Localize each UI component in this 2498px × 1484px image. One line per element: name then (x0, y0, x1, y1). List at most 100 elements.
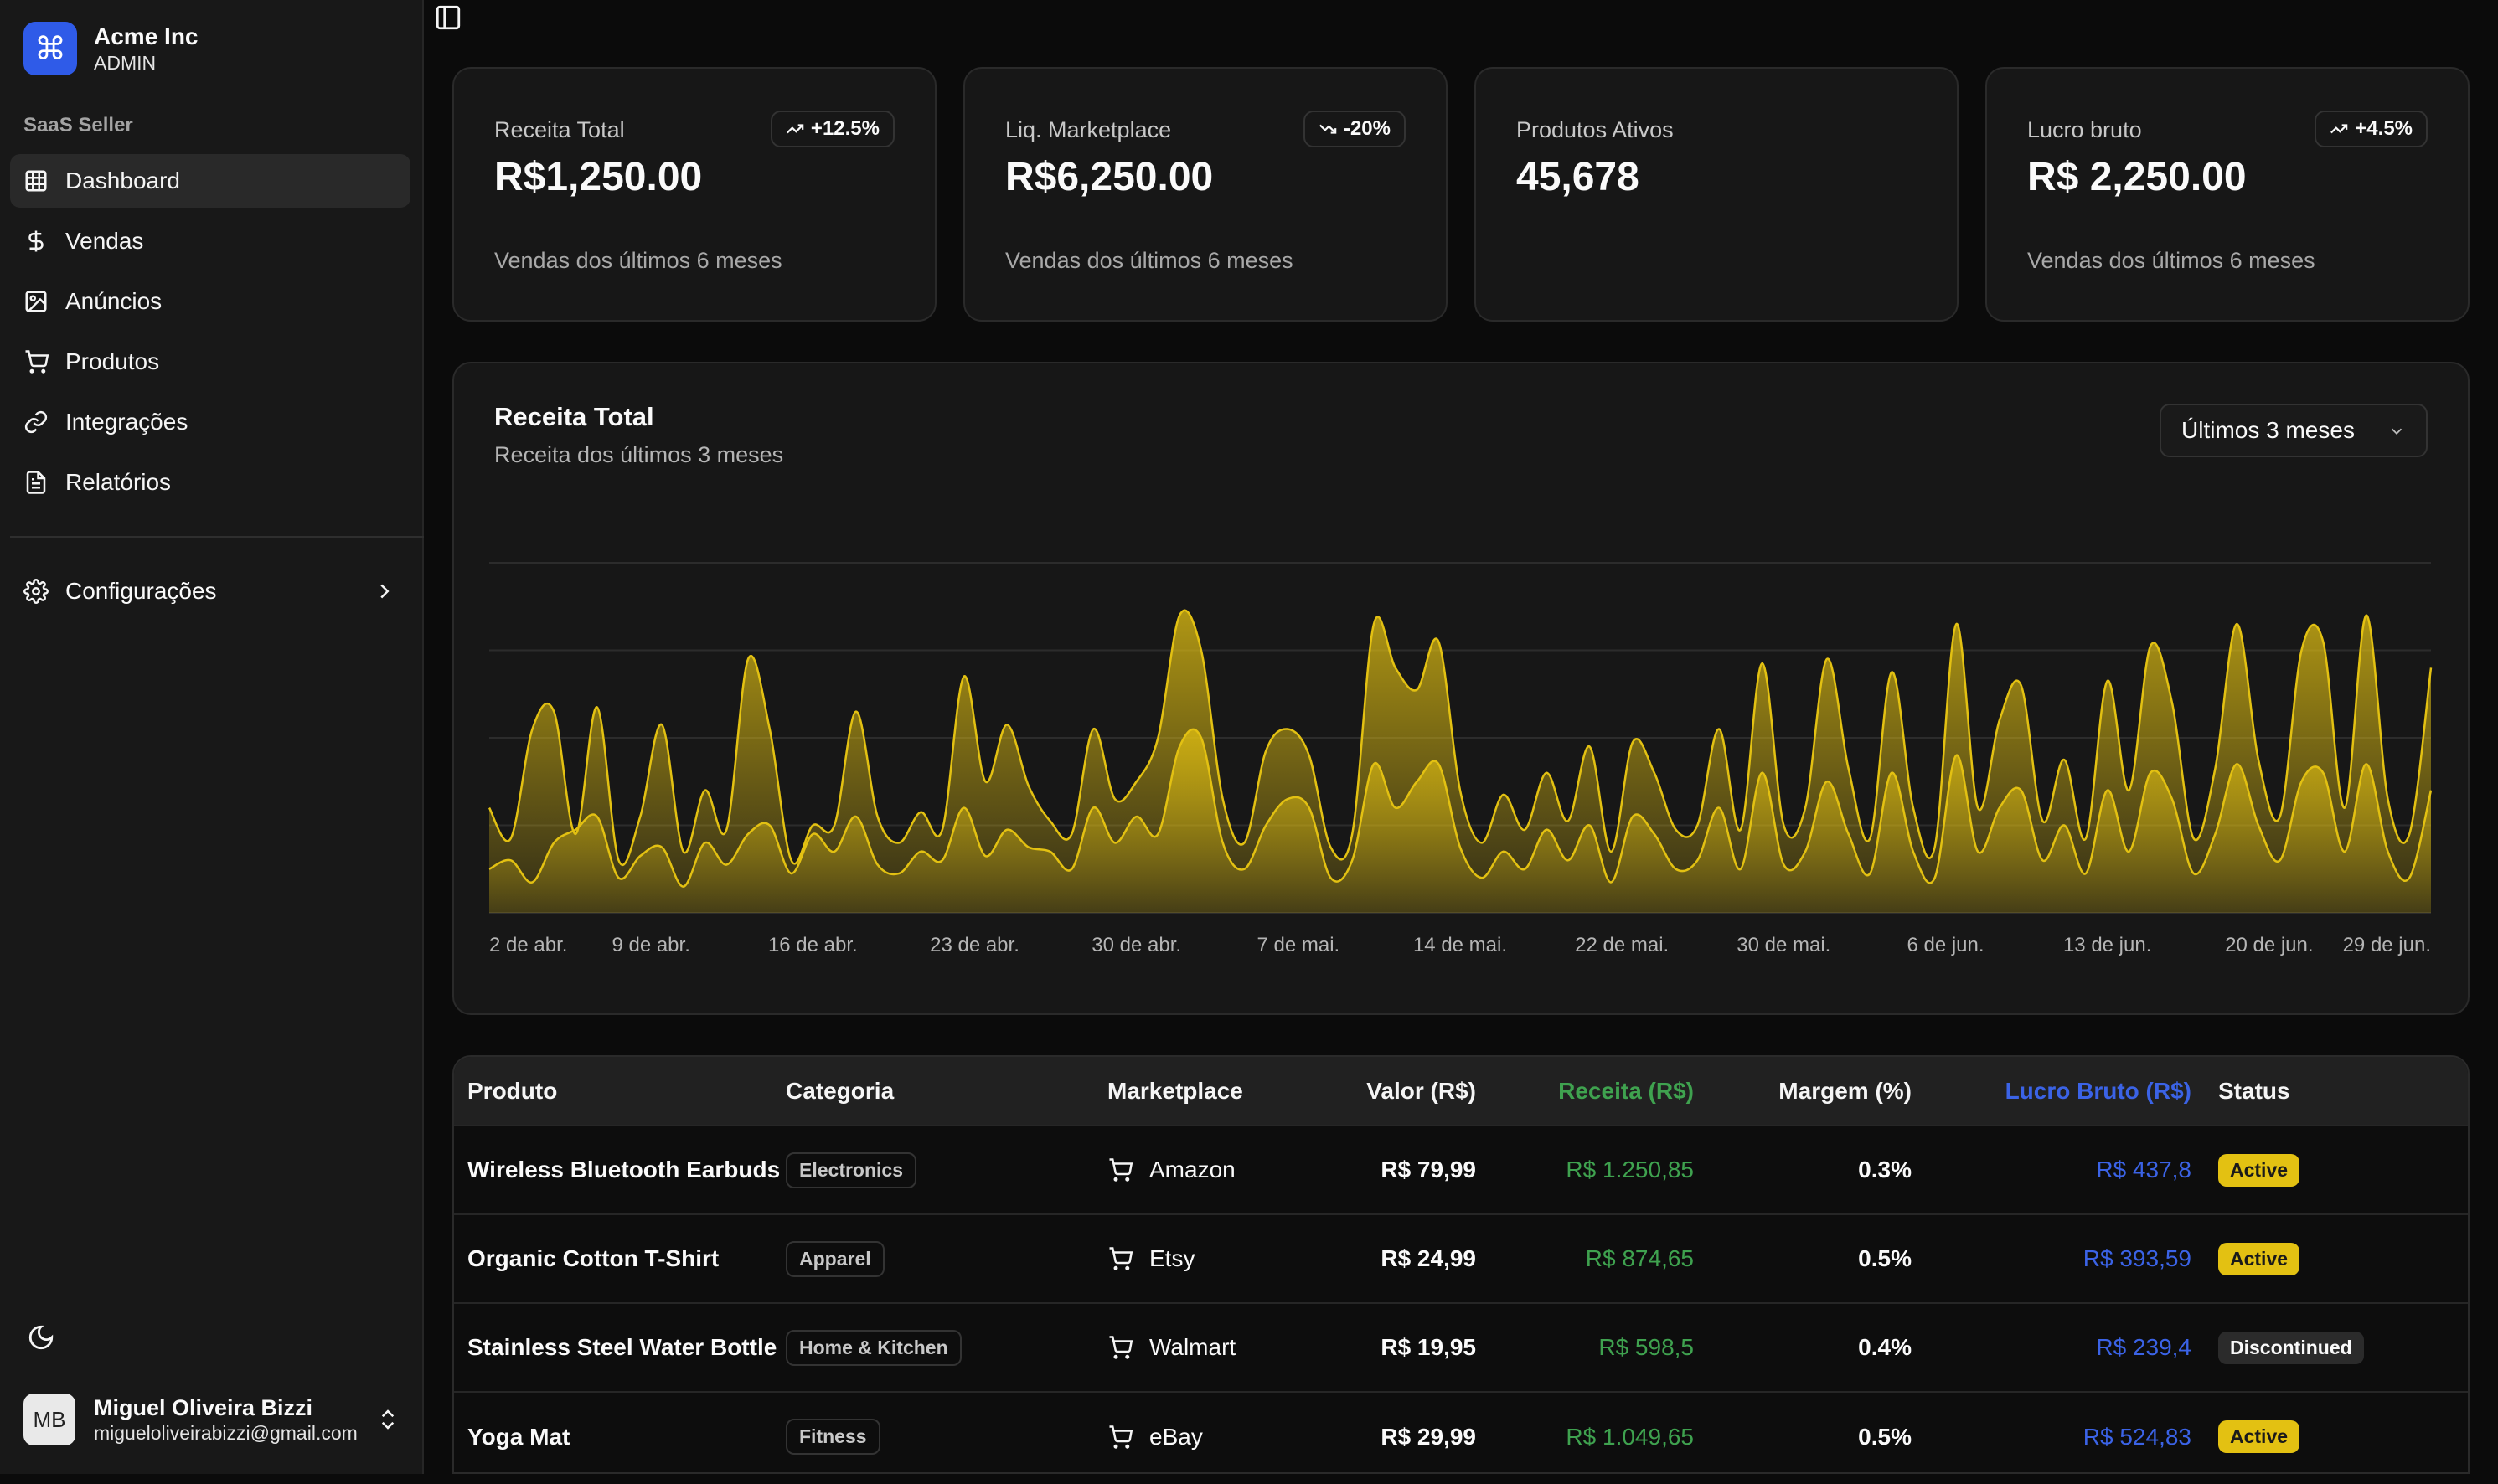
sidebar-item-label: Integrações (65, 409, 188, 435)
x-tick-label: 30 de abr. (1092, 934, 1181, 956)
stat-value: R$1,250.00 (494, 155, 703, 199)
revenue-chart-card: 2 de abr. 9 de abr. 16 de abr. 23 de abr. 30… (452, 362, 2470, 1015)
stat-title: Liq. Marketplace (1005, 117, 1172, 142)
cart-icon (1109, 1158, 1133, 1182)
sidebar-item-label: Vendas (65, 228, 144, 254)
col-header-receita[interactable]: Receita (R$) (1476, 1057, 1694, 1126)
brand-name: Acme Inc (94, 23, 199, 49)
col-header-categoria[interactable]: Categoria (786, 1057, 1107, 1126)
cell-valor: R$ 19,95 (1381, 1334, 1476, 1360)
x-tick-label: 14 de mai. (1413, 934, 1507, 956)
stat-card-produtos-ativos: Produtos Ativos 45,678 (1474, 67, 1959, 322)
stat-value: R$6,250.00 (1005, 155, 1214, 199)
sidebar-item-produtos[interactable]: Produtos (10, 335, 410, 389)
trend-value: +12.5% (810, 117, 880, 140)
status-badge: Active (2218, 1242, 2300, 1275)
stat-value: R$ 2,250.00 (2027, 155, 2247, 199)
x-tick-label: 29 de jun. (2343, 934, 2431, 956)
cell-lucro-bruto: R$ 239,4 (2096, 1334, 2191, 1360)
status-badge: Discontinued (2218, 1331, 2364, 1364)
cell-lucro-bruto: R$ 393,59 (2083, 1245, 2191, 1271)
cell-margem: 0.5% (1858, 1245, 1912, 1271)
sidebar-item-dashboard[interactable]: Dashboard (10, 154, 410, 208)
chevron-right-icon (380, 584, 390, 599)
brand-switcher[interactable]: ⌘ Acme Inc ADMIN (23, 22, 199, 75)
col-header-margem[interactable]: Margem (%) (1694, 1057, 1912, 1126)
x-tick-label: 6 de jun. (1907, 934, 1984, 956)
stat-subtitle: Vendas dos últimos 6 meses (494, 248, 782, 273)
cell-margem: 0.4% (1858, 1334, 1912, 1360)
col-header-valor[interactable]: Valor (R$) (1308, 1057, 1476, 1126)
sidebar-item-anuncios[interactable]: Anúncios (10, 275, 410, 328)
sidebar-item-configuracoes[interactable]: Configurações (10, 564, 410, 618)
time-range-select[interactable]: Últimos 3 meses (2160, 404, 2428, 457)
sidebar-nav: Dashboard Vendas Anúncios Produtos Integ… (10, 154, 410, 516)
cell-marketplace: eBay (1149, 1423, 1203, 1450)
table-row[interactable]: Wireless Bluetooth Earbuds Electronics A… (454, 1126, 2468, 1214)
cart-icon (1109, 1425, 1133, 1449)
table-row[interactable]: Stainless Steel Water Bottle Home & Kitc… (454, 1303, 2468, 1392)
cart-icon (1109, 1336, 1133, 1359)
sidebar-item-relatorios[interactable]: Relatórios (10, 456, 410, 509)
cell-marketplace: Walmart (1149, 1334, 1236, 1360)
table-row[interactable]: Organic Cotton T-Shirt Apparel Etsy R$ 2… (454, 1214, 2468, 1303)
trend-badge: +4.5% (2315, 111, 2428, 147)
trend-badge: -20% (1303, 111, 1406, 147)
user-name: Miguel Oliveira Bizzi (94, 1395, 313, 1420)
sidebar-item-label: Produtos (65, 348, 160, 374)
stat-subtitle: Vendas dos últimos 6 meses (2027, 248, 2315, 273)
x-tick-label: 16 de abr. (768, 934, 858, 956)
category-badge: Electronics (786, 1152, 916, 1188)
category-badge: Apparel (786, 1240, 885, 1277)
stat-card-receita-total: Receita Total +12.5% R$1,250.00 Vendas d… (452, 67, 937, 322)
link-icon (24, 410, 48, 434)
sidebar: ⌘ Acme Inc ADMIN SaaS Seller Dashboard V… (0, 0, 424, 1474)
sidebar-toggle-icon[interactable] (434, 3, 462, 32)
x-tick-label: 7 de mai. (1257, 934, 1339, 956)
col-header-marketplace[interactable]: Marketplace (1107, 1057, 1308, 1126)
cell-marketplace: Amazon (1149, 1157, 1236, 1183)
stat-title: Produtos Ativos (1516, 117, 1674, 142)
x-tick-label: 2 de abr. (489, 934, 567, 956)
stat-title: Receita Total (494, 117, 625, 142)
trend-value: -20% (1343, 117, 1391, 140)
table-row[interactable]: Yoga Mat Fitness eBay R$ 29,99 R$ 1.049,… (454, 1392, 2468, 1472)
cell-margem: 0.3% (1858, 1157, 1912, 1183)
sidebar-item-vendas[interactable]: Vendas (10, 214, 410, 268)
cell-lucro-bruto: R$ 437,8 (2096, 1157, 2191, 1183)
sidebar-item-integracoes[interactable]: Integrações (10, 395, 410, 449)
cell-produto: Stainless Steel Water Bottle (467, 1334, 777, 1360)
category-badge: Home & Kitchen (786, 1329, 962, 1366)
cell-receita: R$ 598,5 (1598, 1334, 1694, 1360)
cell-lucro-bruto: R$ 524,83 (2083, 1423, 2191, 1450)
user-menu[interactable]: MB Miguel Oliveira Bizzi migueloliveirab… (23, 1394, 409, 1445)
avatar: MB (23, 1394, 75, 1445)
cell-receita: R$ 874,65 (1585, 1245, 1694, 1271)
col-header-produto[interactable]: Produto (454, 1057, 786, 1126)
grid-icon (25, 170, 47, 192)
status-badge: Active (2218, 1420, 2300, 1453)
x-tick-label: 9 de abr. (612, 934, 689, 956)
stat-card-liq-marketplace: Liq. Marketplace -20% R$6,250.00 Vendas … (963, 67, 1448, 322)
stat-subtitle: Vendas dos últimos 6 meses (1005, 248, 1293, 273)
x-tick-label: 30 de mai. (1737, 934, 1830, 956)
category-badge: Fitness (786, 1419, 880, 1455)
table-header-row: Produto Categoria Marketplace Valor (R$)… (454, 1057, 2468, 1126)
cell-valor: R$ 79,99 (1381, 1157, 1476, 1183)
cell-valor: R$ 24,99 (1381, 1245, 1476, 1271)
command-icon: ⌘ (23, 22, 77, 75)
sidebar-divider (10, 536, 424, 538)
trend-badge: +12.5% (770, 111, 895, 147)
stat-value: 45,678 (1516, 155, 1639, 199)
col-header-lucro-bruto[interactable]: Lucro Bruto (R$) (1912, 1057, 2191, 1126)
sidebar-item-label: Dashboard (65, 167, 180, 193)
x-tick-label: 20 de jun. (2225, 934, 2313, 956)
cart-icon (1109, 1247, 1133, 1270)
time-range-value: Últimos 3 meses (2181, 417, 2355, 443)
gear-icon (23, 579, 49, 604)
chart-title: Receita Total (494, 402, 654, 431)
image-icon (25, 291, 47, 312)
moon-icon[interactable] (27, 1323, 55, 1352)
col-header-status[interactable]: Status (2191, 1057, 2468, 1126)
chevrons-up-down-icon (381, 1409, 395, 1430)
